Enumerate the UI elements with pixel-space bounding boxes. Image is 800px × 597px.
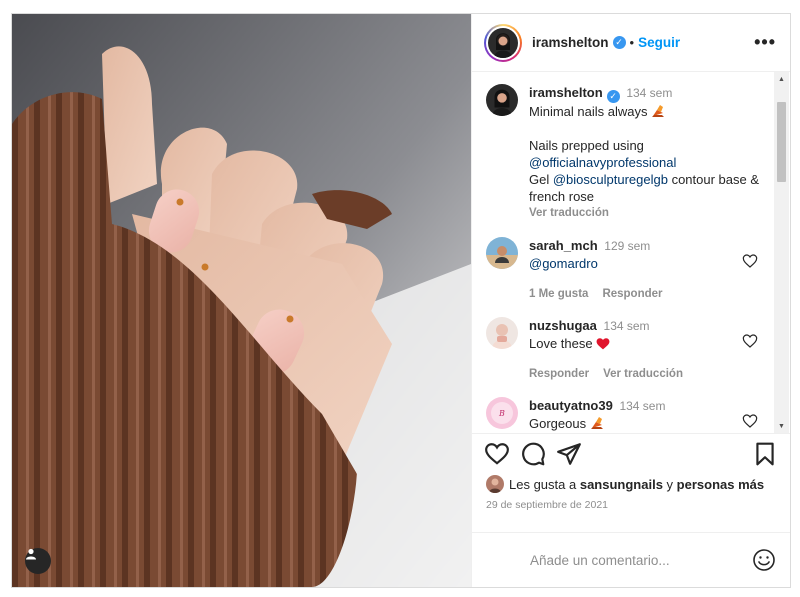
post-date[interactable]: 29 de septiembre de 2021 <box>472 495 790 515</box>
scroll-up-arrow-icon[interactable]: ▲ <box>774 72 789 87</box>
comment-text[interactable]: @gomardro <box>529 255 772 272</box>
verified-badge-icon: ✓ <box>612 36 626 49</box>
comment-time[interactable]: 134 sem <box>604 319 650 333</box>
comment-input[interactable]: Añade un comentario... <box>530 553 752 568</box>
liker-username[interactable]: sansungnails <box>580 477 663 492</box>
likes-summary[interactable]: Les gusta a sansungnails y personas más <box>472 474 790 494</box>
verified-badge-icon: ✓ <box>606 90 620 103</box>
caption-line-1: Minimal nails always <box>529 104 648 119</box>
reply-button[interactable]: Responder <box>602 288 662 300</box>
reply-button[interactable]: Responder <box>529 368 589 380</box>
author-avatar-story-ring[interactable] <box>484 23 522 62</box>
follow-button[interactable]: Seguir <box>638 35 680 50</box>
like-comment-heart-icon[interactable] <box>742 253 758 269</box>
share-paper-plane-icon[interactable] <box>556 441 582 467</box>
comment-username[interactable]: beautyatno39 <box>529 398 613 413</box>
emoji-smiley-icon[interactable] <box>752 548 776 572</box>
comment-item: sarah_mch 129 sem @gomardro 1 Me gusta Re… <box>486 237 772 303</box>
liker-avatar <box>486 475 504 493</box>
svg-text:B: B <box>498 409 505 418</box>
like-comment-heart-icon[interactable] <box>742 413 758 429</box>
header-separator: • <box>629 35 635 50</box>
likes-prefix: Les gusta a <box>509 476 577 492</box>
comment-username[interactable]: nuzshugaa <box>529 318 597 333</box>
post-modal: iramshelton ✓ • Seguir ••• iramshelton ✓ … <box>11 13 791 588</box>
tagged-users-button[interactable] <box>25 548 51 574</box>
comments-scrollbar[interactable]: ▲ ▼ <box>774 72 789 433</box>
commenter-avatar[interactable] <box>486 317 518 349</box>
post-photo[interactable] <box>12 14 471 587</box>
caption-username[interactable]: iramshelton <box>529 85 603 100</box>
nail-polish-emoji <box>590 416 604 431</box>
comment-text: Gorgeous <box>529 416 587 431</box>
author-avatar <box>488 27 518 58</box>
comment-item: nuzshugaa 134 sem Love these Responder Ve… <box>486 317 772 383</box>
commenter-avatar[interactable] <box>486 237 518 269</box>
like-heart-icon[interactable] <box>484 441 510 467</box>
post-side-panel: iramshelton ✓ • Seguir ••• iramshelton ✓ … <box>471 14 790 587</box>
caption-line-2: Nails prepped using <box>529 138 644 153</box>
see-translation-link[interactable]: Ver traducción <box>529 205 772 222</box>
add-comment-bar: Añade un comentario... <box>472 532 790 587</box>
nail-polish-emoji <box>651 104 665 119</box>
like-comment-heart-icon[interactable] <box>742 333 758 349</box>
likes-others-link[interactable]: personas más <box>677 477 764 492</box>
post-header: iramshelton ✓ • Seguir ••• <box>472 14 790 72</box>
save-bookmark-icon[interactable] <box>752 441 778 467</box>
comment-username[interactable]: sarah_mch <box>529 238 598 253</box>
red-heart-emoji <box>596 336 610 351</box>
author-username[interactable]: iramshelton <box>532 35 609 50</box>
comment-like-count[interactable]: 1 Me gusta <box>529 288 588 300</box>
caption-author-avatar[interactable] <box>486 84 518 116</box>
caption-line-3-prefix: Gel <box>529 172 553 187</box>
post-actions <box>472 434 790 474</box>
comment-item: B beautyatno39 134 sem Gorgeous <box>486 397 772 432</box>
commenter-avatar[interactable]: B <box>486 397 518 429</box>
caption-mention-bio[interactable]: @biosculpturegelgb <box>553 172 668 187</box>
caption-time[interactable]: 134 sem <box>626 86 672 100</box>
scroll-down-arrow-icon[interactable]: ▼ <box>774 419 789 433</box>
caption: iramshelton ✓ 134 sem Minimal nails alway… <box>486 84 772 222</box>
more-options-icon[interactable]: ••• <box>754 32 776 53</box>
user-icon <box>26 548 36 560</box>
comment-time[interactable]: 129 sem <box>604 239 650 253</box>
comment-bubble-icon[interactable] <box>520 441 546 467</box>
caption-mention-navy[interactable]: @officialnavyprofessional <box>529 154 772 171</box>
comment-text: Love these <box>529 336 593 351</box>
comment-time[interactable]: 134 sem <box>619 399 665 413</box>
comments-list[interactable]: iramshelton ✓ 134 sem Minimal nails alway… <box>472 72 790 434</box>
manicure-photo-illustration <box>12 14 471 587</box>
scrollbar-thumb[interactable] <box>777 102 786 182</box>
likes-middle: y <box>666 476 674 492</box>
see-translation-link[interactable]: Ver traducción <box>603 368 683 380</box>
